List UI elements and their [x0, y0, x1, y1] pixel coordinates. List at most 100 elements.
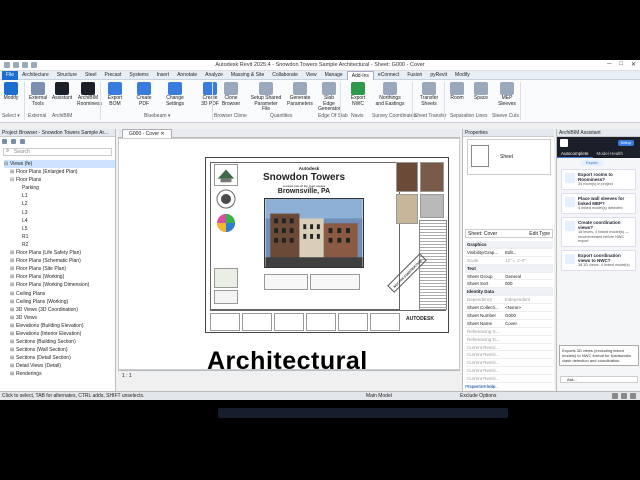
suggestion-card[interactable]: Create coordination views? 18 levels, 4 l…: [561, 216, 636, 247]
property-row[interactable]: Visibility/Grap... Edit...: [465, 249, 553, 257]
assistant-tab-model-health[interactable]: Model Health: [593, 149, 628, 158]
ribbon-button-transfer-sheets[interactable]: Transfer Sheets: [416, 82, 442, 107]
ribbon-button-create-pdf[interactable]: Create PDF: [131, 82, 157, 107]
expand-icon[interactable]: [2, 139, 7, 144]
setup-button[interactable]: Setup: [617, 140, 634, 146]
assistant-tab-autocomplete[interactable]: Autocomplete: [557, 149, 593, 158]
ribbon-button-export-nwc[interactable]: Export NWC: [346, 82, 370, 107]
tab-insert[interactable]: Insert: [153, 71, 174, 80]
ribbon-button-modify[interactable]: Modify: [2, 82, 20, 102]
browser-node[interactable]: L5: [4, 225, 115, 233]
property-value[interactable]: [503, 351, 553, 358]
tab-modify[interactable]: Modify: [451, 71, 474, 80]
browser-node[interactable]: ⊞ Sections (Detail Section): [4, 354, 115, 362]
property-value[interactable]: [503, 367, 553, 374]
browser-node[interactable]: R1: [4, 233, 115, 241]
filter-icon[interactable]: [20, 139, 25, 144]
select-links-icon[interactable]: [612, 393, 618, 399]
browser-node[interactable]: ⊞ 3D Views (3D Coordination): [4, 306, 115, 314]
browser-node[interactable]: R2: [4, 241, 115, 249]
ribbon-button-generate-parameters[interactable]: Generate Parameters: [286, 82, 314, 107]
ribbon-button-external-tools[interactable]: External Tools: [27, 82, 49, 107]
property-row[interactable]: Referencing S...: [465, 328, 553, 336]
property-row[interactable]: Current Revisi...: [465, 351, 553, 360]
browser-node[interactable]: ⊞ Floor Plans (Site Plan): [4, 265, 115, 273]
suggestion-card[interactable]: Export rooms to Roominess? 34 room(s) in …: [561, 169, 636, 190]
browser-node[interactable]: ⊞ Floor Plans (Enlarged Plan): [4, 168, 115, 176]
tab-precast[interactable]: Precast: [100, 71, 125, 80]
ribbon-button-assistant[interactable]: Assistant: [51, 82, 73, 102]
edit-type-button[interactable]: Edit Type: [529, 230, 550, 238]
tab-systems[interactable]: Systems: [125, 71, 152, 80]
ribbon-button-clone-browser[interactable]: Clone Browser: [218, 82, 244, 107]
browser-node[interactable]: ⊞ Floor Plans (Working): [4, 273, 115, 281]
browser-node[interactable]: ⊞ 3D Views: [4, 314, 115, 322]
browser-node[interactable]: L4: [4, 217, 115, 225]
tab-g000-cover[interactable]: G000 - Cover ✕: [122, 129, 172, 138]
property-value[interactable]: G000: [503, 312, 553, 319]
property-row[interactable]: Current Revisi...: [465, 367, 553, 376]
property-row[interactable]: Sheet Sort 000: [465, 280, 553, 289]
assistant-chat-input[interactable]: Ask...: [560, 376, 638, 383]
property-value[interactable]: 12" = 1'-0": [503, 257, 553, 264]
ribbon-button-mep-sleeves[interactable]: MEP Sleeves: [495, 82, 519, 107]
browser-node[interactable]: ⊞ Sections (Building Section): [4, 338, 115, 346]
tab-manage[interactable]: Manage: [321, 71, 347, 80]
export-button[interactable]: Export: [581, 160, 603, 166]
property-value[interactable]: [503, 336, 553, 343]
property-row[interactable]: Current Revisi...: [465, 344, 553, 352]
browser-node[interactable]: ⊞ Floor Plans (Life Safety Plan): [4, 249, 115, 257]
property-row[interactable]: Scale 12" = 1'-0": [465, 257, 553, 265]
property-row[interactable]: Current Revisi...: [465, 375, 553, 384]
property-value[interactable]: [503, 359, 553, 366]
property-value[interactable]: [503, 344, 553, 351]
properties-filter[interactable]: Sheet: Cover Edit Type: [465, 229, 553, 238]
view-scale[interactable]: 1 : 1: [122, 373, 132, 379]
property-row[interactable]: Sheet Name Cover: [465, 320, 553, 328]
exclude-options-toggle[interactable]: Exclude Options: [460, 392, 496, 400]
suggestion-card[interactable]: Place wall sleeves for linked MEP? 4 link…: [561, 192, 636, 214]
property-value[interactable]: [503, 328, 553, 335]
tab-structure[interactable]: Structure: [53, 71, 81, 80]
tab-steel[interactable]: Steel: [81, 71, 100, 80]
tab-econnect[interactable]: eConnect: [374, 71, 403, 80]
maximize-icon[interactable]: □: [619, 61, 623, 68]
browser-node[interactable]: ⊟ Floor Plans: [4, 176, 115, 184]
tab-file[interactable]: File: [2, 70, 19, 80]
tab-fusion[interactable]: Fusion: [403, 71, 426, 80]
browser-node[interactable]: ⊞ Elevations (Interior Elevation): [4, 330, 115, 338]
browser-node[interactable]: ⊞ Sections (Wall Section): [4, 346, 115, 354]
sheet-cover[interactable]: Autodesk Snowdon Towers Located just off…: [205, 157, 449, 333]
ribbon-button-northings-and-eastings[interactable]: Northings and Eastings: [375, 82, 405, 107]
tab-analyze[interactable]: Analyze: [201, 71, 227, 80]
tab-annotate[interactable]: Annotate: [173, 71, 201, 80]
filter-icon[interactable]: [630, 393, 636, 399]
ribbon-button-archibim-roominess[interactable]: ArchiBIM Roominess: [77, 82, 102, 107]
ribbon-button-space[interactable]: Space: [472, 82, 490, 102]
select-pinned-icon[interactable]: [621, 393, 627, 399]
property-value[interactable]: General: [503, 273, 553, 280]
close-icon[interactable]: ✕: [631, 61, 636, 68]
property-row[interactable]: Dependency Independent: [465, 296, 553, 305]
property-value[interactable]: [503, 375, 553, 382]
property-value[interactable]: 000: [503, 280, 553, 287]
tab-add-ins[interactable]: Add-Ins: [346, 70, 374, 80]
tab-pyrevit[interactable]: pyRevit: [426, 71, 451, 80]
ribbon-button-change-settings[interactable]: Change Settings: [160, 82, 190, 107]
type-selector[interactable]: Sheet: [467, 139, 551, 175]
tab-view[interactable]: View: [302, 71, 321, 80]
active-model[interactable]: Main Model: [366, 392, 392, 400]
tab-collaborate[interactable]: Collaborate: [268, 71, 302, 80]
drawing-canvas[interactable]: Autodesk Snowdon Towers Located just off…: [118, 138, 460, 370]
tab-massing-site[interactable]: Massing & Site: [227, 71, 268, 80]
browser-search-input[interactable]: Search: [3, 148, 112, 156]
collapse-icon[interactable]: [11, 139, 16, 144]
properties-help-link[interactable]: Properties help: [465, 384, 495, 389]
ribbon-button-export-bom[interactable]: Export BOM: [104, 82, 126, 107]
minimize-icon[interactable]: ─: [607, 61, 611, 68]
browser-node[interactable]: L2: [4, 200, 115, 208]
property-value[interactable]: Edit...: [503, 249, 553, 256]
browser-node[interactable]: ⊞ Ceiling Plans: [4, 290, 115, 298]
property-row[interactable]: Sheet Collecti... <None>: [465, 304, 553, 313]
property-value[interactable]: <None>: [503, 304, 553, 311]
